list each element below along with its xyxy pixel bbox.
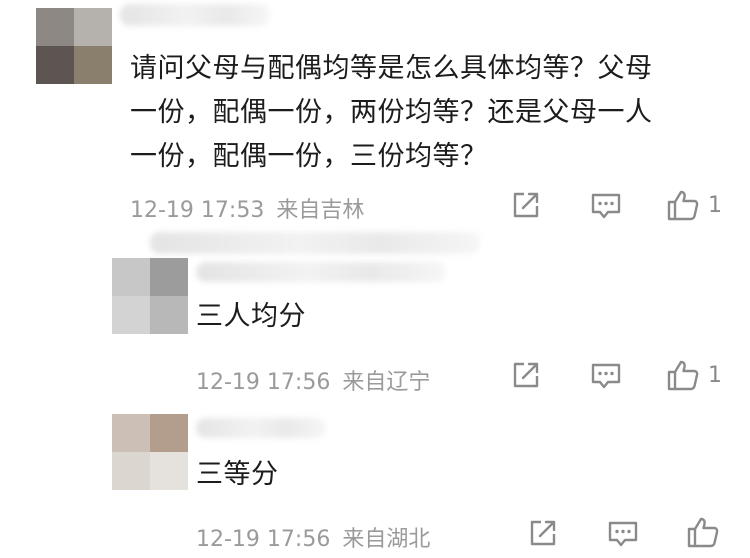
reply-button[interactable] — [590, 192, 622, 220]
avatar[interactable] — [112, 414, 188, 490]
reply-text: 三等分 — [196, 459, 279, 490]
thumbs-up-icon — [667, 190, 699, 221]
comment-icon — [608, 521, 638, 547]
like-count: 1 — [708, 192, 722, 218]
share-button[interactable] — [511, 191, 541, 219]
reply-location: 来自湖北 — [342, 527, 431, 552]
share-button[interactable] — [528, 519, 558, 547]
reply-meta: 12-19 17:56 来自湖北 — [196, 521, 430, 553]
share-icon — [513, 362, 539, 388]
reply-text: 三人均分 — [196, 301, 306, 332]
share-icon — [530, 520, 556, 546]
comment-icon — [591, 363, 621, 389]
comment-location: 来自吉林 — [276, 198, 365, 223]
share-icon — [513, 192, 539, 218]
username-redacted[interactable] — [196, 262, 446, 282]
comment-icon — [591, 193, 621, 219]
avatar[interactable] — [36, 8, 112, 84]
reply-time: 12-19 17:56 — [196, 527, 331, 552]
comment-meta: 12-19 17:53 来自吉林 — [130, 192, 364, 224]
reply-button[interactable] — [590, 362, 622, 390]
reply-button[interactable] — [607, 520, 639, 548]
reply-location: 来自辽宁 — [342, 370, 431, 395]
header-redacted — [150, 232, 480, 254]
share-button[interactable] — [511, 361, 541, 389]
username-redacted[interactable] — [120, 4, 270, 26]
username-redacted[interactable] — [196, 418, 326, 438]
reply-time: 12-19 17:56 — [196, 370, 331, 395]
reply-item: 三人均分 12-19 17:56 来自辽宁 1 — [0, 230, 750, 400]
thumbs-up-icon — [687, 517, 719, 548]
reply-meta: 12-19 17:56 来自辽宁 — [196, 364, 430, 396]
like-button[interactable]: 1 — [666, 189, 722, 221]
like-button[interactable] — [686, 516, 728, 548]
thumbs-up-icon — [667, 360, 699, 391]
comment-text: 请问父母与配偶均等是怎么具体均等？父母 一份，配偶一份，两份均等？还是父母一人 … — [130, 53, 653, 172]
like-count: 1 — [708, 362, 722, 388]
like-button[interactable]: 1 — [666, 359, 722, 391]
comment-item: 请问父母与配偶均等是怎么具体均等？父母 一份，配偶一份，两份均等？还是父母一人 … — [0, 0, 750, 230]
comment-time: 12-19 17:53 — [130, 198, 265, 223]
reply-item: 三等分 12-19 17:56 来自湖北 — [0, 400, 750, 558]
avatar[interactable] — [112, 258, 188, 334]
